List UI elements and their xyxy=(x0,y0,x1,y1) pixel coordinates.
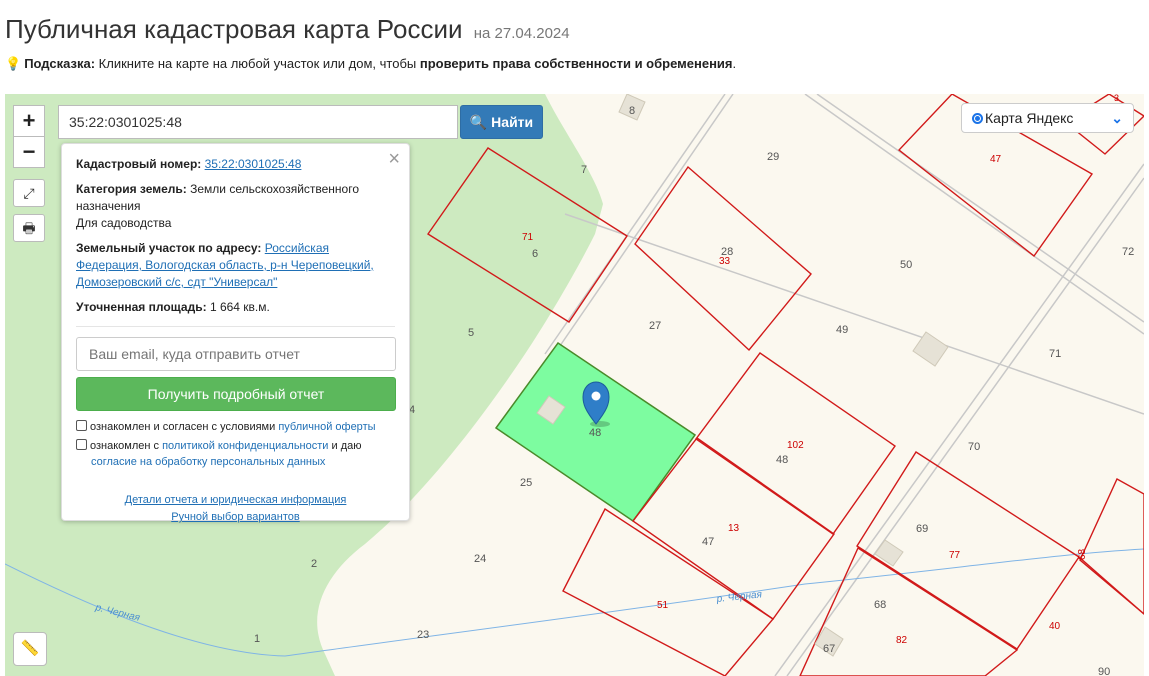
lot-label: 25 xyxy=(520,477,532,489)
public-offer-link[interactable]: публичной оферты xyxy=(278,421,375,433)
lot-label: 1 xyxy=(254,633,260,645)
lot-label: 71 xyxy=(522,232,534,243)
lot-label: 48 xyxy=(776,454,788,466)
lot-label: 27 xyxy=(649,320,661,332)
ruler-icon: 📏 xyxy=(20,640,40,657)
lot-label: 51 xyxy=(657,600,669,611)
lot-label: 102 xyxy=(787,440,804,451)
lot-label: 24 xyxy=(474,553,486,565)
map-type-select[interactable]: Карта Яндекс ⌄ xyxy=(961,103,1134,133)
lot-label: 6 xyxy=(532,248,538,260)
lot-label: 69 xyxy=(916,523,928,535)
personal-data-consent-link[interactable]: согласие на обработку персональных данны… xyxy=(91,456,325,468)
lot-label: 47 xyxy=(702,536,714,548)
lot-label: 33 xyxy=(719,256,731,267)
address-label: Земельный участок по адресу: xyxy=(76,241,262,255)
privacy-consent-text-2: и даю xyxy=(331,440,362,452)
page-date: на 27.04.2024 xyxy=(473,25,570,42)
search-button-label: Найти xyxy=(491,114,534,130)
lot-label: 82 xyxy=(896,635,908,646)
area-label: Уточненная площадь: xyxy=(76,300,207,314)
lot-label: 49 xyxy=(836,324,848,336)
fullscreen-button[interactable]: ⤢ xyxy=(13,179,45,207)
lot-label: 70 xyxy=(968,441,980,453)
page-title-text: Публичная кадастровая карта России xyxy=(5,14,463,44)
printer-icon: 🖶 xyxy=(22,220,36,236)
lot-label: 90 xyxy=(1098,666,1110,676)
radio-selected-icon xyxy=(972,113,983,124)
lot-label: 71 xyxy=(1049,348,1061,360)
lot-label: 2 xyxy=(311,558,317,570)
lot-label: 50 xyxy=(900,259,912,271)
lot-label: 8 xyxy=(629,105,635,117)
hint-bold-text: проверить права собственности и обремене… xyxy=(419,56,733,71)
lot-label: 5 xyxy=(468,327,474,339)
offer-checkbox[interactable] xyxy=(76,420,87,431)
lot-label: 23 xyxy=(417,629,429,641)
category-row: Категория земель: Земли сельскохозяйстве… xyxy=(76,181,395,232)
privacy-consent-text: ознакомлен с xyxy=(90,440,160,452)
hint-bar: 💡 Подсказка: Кликните на карте на любой у… xyxy=(5,56,736,72)
page-title: Публичная кадастровая карта России на 27… xyxy=(5,14,570,45)
cadastral-number-row: Кадастровый номер: 35:22:0301025:48 xyxy=(76,156,395,173)
lot-label: 47 xyxy=(990,154,1002,165)
zoom-out-button[interactable]: − xyxy=(13,136,45,168)
get-report-button[interactable]: Получить подробный отчет xyxy=(76,377,396,411)
usage-value: Для садоводства xyxy=(76,216,172,230)
lot-label: 48 xyxy=(589,427,601,439)
chevron-down-icon: ⌄ xyxy=(1111,110,1123,126)
search-button[interactable]: 🔍 Найти xyxy=(460,105,543,139)
cadastral-label: Кадастровый номер: xyxy=(76,157,202,171)
road-lines xyxy=(544,94,1144,676)
divider xyxy=(76,326,395,327)
card-footer-links: Детали отчета и юридическая информация Р… xyxy=(76,492,395,526)
lot-label: 7 xyxy=(581,164,587,176)
lot-label: 68 xyxy=(874,599,886,611)
parcel-info-popup: × Кадастровый номер: 35:22:0301025:48 Ка… xyxy=(61,143,410,523)
manual-selection-link[interactable]: Ручной выбор вариантов xyxy=(171,511,299,523)
lot-label: 3 xyxy=(1114,94,1119,103)
map-type-label: Карта Яндекс xyxy=(985,110,1074,126)
privacy-policy-link[interactable]: политикой конфиденциальности xyxy=(162,440,328,452)
hint-end: . xyxy=(732,56,737,71)
river-label: р. Черная xyxy=(715,589,763,605)
cadastral-map[interactable]: 8 7 29 71 6 28 33 50 72 47 3 5 27 49 71 … xyxy=(5,94,1144,676)
zoom-in-button[interactable]: + xyxy=(13,105,45,137)
print-button[interactable]: 🖶 xyxy=(13,214,45,242)
area-value: 1 664 кв.м. xyxy=(209,300,270,314)
lot-label: 68 xyxy=(1077,548,1088,560)
privacy-checkbox[interactable] xyxy=(76,439,87,450)
cadastral-search-input[interactable] xyxy=(58,105,458,139)
close-icon[interactable]: × xyxy=(388,148,400,171)
hint-text: Кликните на карте на любой участок или д… xyxy=(98,56,417,71)
lot-label: 13 xyxy=(728,523,740,534)
cadastral-number-link[interactable]: 35:22:0301025:48 xyxy=(205,157,302,171)
offer-consent-row: ознакомлен и согласен с условиями публич… xyxy=(76,419,395,435)
report-details-link[interactable]: Детали отчета и юридическая информация xyxy=(125,494,347,506)
lightbulb-icon: 💡 xyxy=(5,56,22,71)
search-icon: 🔍 xyxy=(469,114,488,130)
lot-label: 40 xyxy=(1049,621,1061,632)
area-row: Уточненная площадь: 1 664 кв.м. xyxy=(76,299,395,316)
lot-label: 72 xyxy=(1122,246,1134,258)
hint-label: Подсказка: xyxy=(24,56,96,71)
lot-label: 29 xyxy=(767,151,779,163)
lot-label: 67 xyxy=(823,643,835,655)
offer-consent-text: ознакомлен и согласен с условиями xyxy=(90,421,276,433)
measure-button[interactable]: 📏 xyxy=(13,632,47,666)
privacy-consent-row: ознакомлен с политикой конфиденциальност… xyxy=(76,438,395,470)
address-row: Земельный участок по адресу: Российская … xyxy=(76,240,395,291)
expand-icon: ⤢ xyxy=(23,185,35,201)
lot-label: 77 xyxy=(949,550,961,561)
category-label: Категория земель: xyxy=(76,182,187,196)
email-field[interactable] xyxy=(76,337,396,371)
